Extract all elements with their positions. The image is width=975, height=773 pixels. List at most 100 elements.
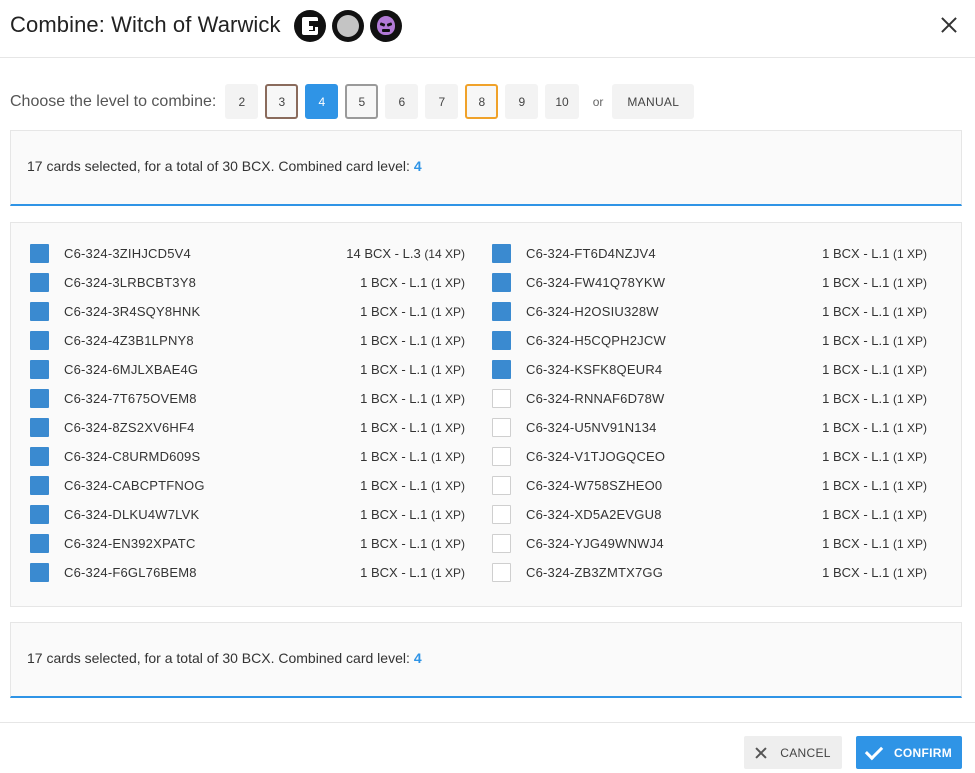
card-bcx-level: 1 BCX - L.1 [360,361,428,377]
level-button-10[interactable]: 10 [545,84,579,119]
card-xp: (1 XP) [892,246,927,261]
card-row[interactable]: C6-324-3R4SQY8HNK 1 BCX - L.1 (1 XP) [20,300,465,322]
card-row[interactable]: C6-324-3ZIHJCD5V4 14 BCX - L.3 (14 XP) [20,242,465,264]
card-checkbox[interactable] [492,446,511,466]
card-value: 1 BCX - L.1 (1 XP) [822,565,927,580]
card-bcx-level: 1 BCX - L.1 [822,419,890,435]
cancel-button[interactable]: CANCEL [744,736,842,769]
card-value: 1 BCX - L.1 (1 XP) [360,449,465,464]
card-bcx-level: 14 BCX - L.3 [346,245,421,261]
card-checkbox[interactable] [492,475,511,495]
card-checkbox[interactable] [492,388,511,408]
card-id: C6-324-3ZIHJCD5V4 [64,245,191,261]
card-value: 1 BCX - L.1 (1 XP) [822,391,927,406]
card-id: C6-324-EN392XPATC [64,535,196,551]
card-checkbox[interactable] [492,330,511,350]
card-checkbox[interactable] [30,417,49,437]
confirm-button-label: CONFIRM [893,745,953,760]
card-checkbox[interactable] [30,562,49,582]
card-bcx-level: 1 BCX - L.1 [822,564,890,580]
card-row[interactable]: C6-324-V1TJOGQCEO 1 BCX - L.1 (1 XP) [482,445,927,467]
card-row[interactable]: C6-324-XD5A2EVGU8 1 BCX - L.1 (1 XP) [482,503,927,525]
card-id: C6-324-H5CQPH2JCW [526,332,666,348]
selection-summary-top: 17 cards selected, for a total of 30 BCX… [10,130,962,206]
confirm-button[interactable]: CONFIRM [856,736,962,769]
card-checkbox[interactable] [492,533,511,553]
dialog-title: Combine: Witch of Warwick [10,12,281,37]
card-value: 1 BCX - L.1 (1 XP) [360,391,465,406]
card-value: 1 BCX - L.1 (1 XP) [360,565,465,580]
card-xp: (1 XP) [430,275,465,290]
card-row[interactable]: C6-324-3LRBCBT3Y8 1 BCX - L.1 (1 XP) [20,271,465,293]
card-xp: (1 XP) [892,536,927,551]
card-badges [294,10,402,42]
card-id: C6-324-4Z3B1LPNY8 [64,332,194,348]
card-bcx-level: 1 BCX - L.1 [360,419,428,435]
card-checkbox[interactable] [30,475,49,495]
card-xp: (1 XP) [892,275,927,290]
card-bcx-level: 1 BCX - L.1 [360,535,428,551]
card-checkbox[interactable] [30,359,49,379]
dialog-header: Combine: Witch of Warwick [0,0,975,58]
card-checkbox[interactable] [30,243,49,263]
card-bcx-level: 1 BCX - L.1 [822,361,890,377]
card-checkbox[interactable] [30,301,49,321]
card-checkbox[interactable] [492,359,511,379]
card-checkbox[interactable] [30,446,49,466]
level-button-2[interactable]: 2 [225,84,259,119]
card-checkbox[interactable] [492,272,511,292]
card-value: 1 BCX - L.1 (1 XP) [822,449,927,464]
card-row[interactable]: C6-324-YJG49WNWJ4 1 BCX - L.1 (1 XP) [482,532,927,554]
card-checkbox[interactable] [492,562,511,582]
level-button-3[interactable]: 3 [265,84,299,119]
card-row[interactable]: C6-324-H5CQPH2JCW 1 BCX - L.1 (1 XP) [482,329,927,351]
card-row[interactable]: C6-324-7T675OVEM8 1 BCX - L.1 (1 XP) [20,387,465,409]
card-row[interactable]: C6-324-DLKU4W7LVK 1 BCX - L.1 (1 XP) [20,503,465,525]
level-button-8[interactable]: 8 [465,84,499,119]
foil-circle-icon [332,10,364,42]
card-row[interactable]: C6-324-U5NV91N134 1 BCX - L.1 (1 XP) [482,416,927,438]
card-xp: (1 XP) [430,507,465,522]
card-row[interactable]: C6-324-8ZS2XV6HF4 1 BCX - L.1 (1 XP) [20,416,465,438]
card-row[interactable]: C6-324-CABCPTFNOG 1 BCX - L.1 (1 XP) [20,474,465,496]
card-row[interactable]: C6-324-C8URMD609S 1 BCX - L.1 (1 XP) [20,445,465,467]
card-checkbox[interactable] [30,533,49,553]
card-checkbox[interactable] [492,301,511,321]
card-row[interactable]: C6-324-H2OSIU328W 1 BCX - L.1 (1 XP) [482,300,927,322]
manual-button[interactable]: MANUAL [612,84,695,119]
card-row[interactable]: C6-324-F6GL76BEM8 1 BCX - L.1 (1 XP) [20,561,465,583]
summary-level-value: 4 [413,158,422,174]
card-checkbox[interactable] [492,504,511,524]
level-button-6[interactable]: 6 [385,84,419,119]
card-list: C6-324-3ZIHJCD5V4 14 BCX - L.3 (14 XP) C6-… [10,222,962,607]
card-value: 1 BCX - L.1 (1 XP) [822,478,927,493]
level-button-9[interactable]: 9 [505,84,539,119]
card-row[interactable]: C6-324-4Z3B1LPNY8 1 BCX - L.1 (1 XP) [20,329,465,351]
card-row[interactable]: C6-324-FW41Q78YKW 1 BCX - L.1 (1 XP) [482,271,927,293]
close-icon[interactable] [938,14,960,36]
level-button-4[interactable]: 4 [305,84,339,119]
card-value: 1 BCX - L.1 (1 XP) [822,275,927,290]
card-row[interactable]: C6-324-RNNAF6D78W 1 BCX - L.1 (1 XP) [482,387,927,409]
card-checkbox[interactable] [492,243,511,263]
card-bcx-level: 1 BCX - L.1 [360,303,428,319]
card-id: C6-324-8ZS2XV6HF4 [64,419,195,435]
card-checkbox[interactable] [492,417,511,437]
summary-text: 17 cards selected, for a total of 30 BCX… [27,650,410,666]
card-row[interactable]: C6-324-ZB3ZMTX7GG 1 BCX - L.1 (1 XP) [482,561,927,583]
card-row[interactable]: C6-324-KSFK8QEUR4 1 BCX - L.1 (1 XP) [482,358,927,380]
card-checkbox[interactable] [30,330,49,350]
card-value: 1 BCX - L.1 (1 XP) [360,507,465,522]
card-row[interactable]: C6-324-6MJLXBAE4G 1 BCX - L.1 (1 XP) [20,358,465,380]
level-button-7[interactable]: 7 [425,84,459,119]
card-checkbox[interactable] [30,388,49,408]
card-value: 1 BCX - L.1 (1 XP) [360,304,465,319]
level-selector-label: Choose the level to combine: [10,92,217,110]
card-row[interactable]: C6-324-EN392XPATC 1 BCX - L.1 (1 XP) [20,532,465,554]
card-checkbox[interactable] [30,504,49,524]
card-row[interactable]: C6-324-FT6D4NZJV4 1 BCX - L.1 (1 XP) [482,242,927,264]
purple-skull-icon [370,10,402,42]
card-row[interactable]: C6-324-W758SZHEO0 1 BCX - L.1 (1 XP) [482,474,927,496]
card-checkbox[interactable] [30,272,49,292]
level-button-5[interactable]: 5 [345,84,379,119]
